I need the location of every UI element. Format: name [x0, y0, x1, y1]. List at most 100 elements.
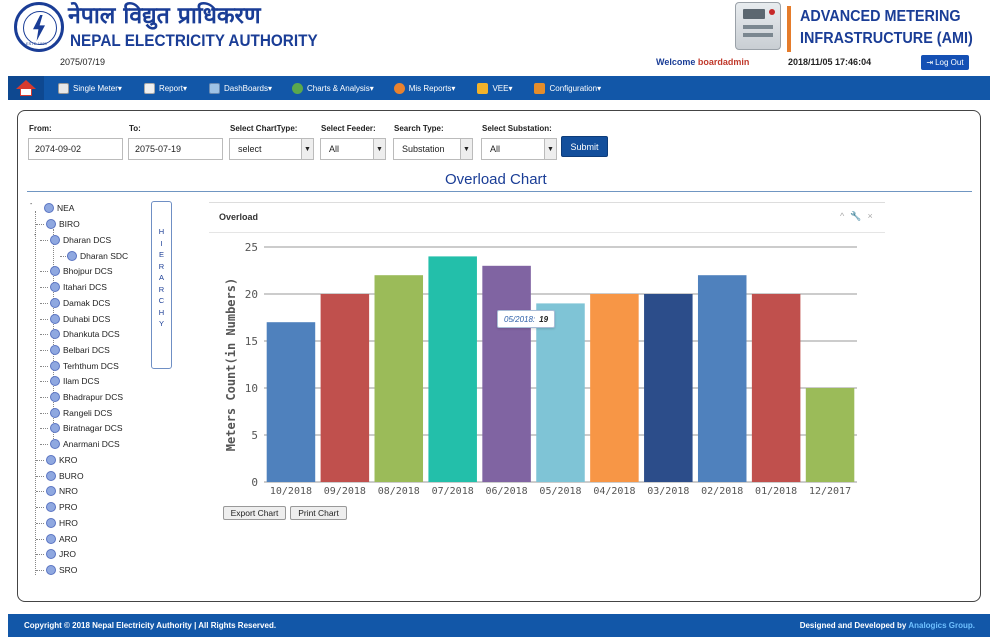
tree-node-dcs[interactable]: Bhadrapur DCS [50, 390, 123, 404]
node-label: NEA [57, 203, 75, 213]
export-chart-button[interactable]: Export Chart [223, 506, 286, 520]
tree-node-dcs[interactable]: Damak DCS [50, 296, 110, 310]
tree-node-region[interactable]: HRO [46, 516, 78, 530]
tooltip-category: 05/2018: [504, 314, 536, 324]
company-link[interactable]: Analogics Group. [908, 621, 975, 630]
home-icon [16, 80, 36, 96]
hierarchy-letter: A [158, 273, 164, 282]
tree-node-region[interactable]: ARO [46, 532, 77, 546]
tree-node-dcs[interactable]: Terhthum DCS [50, 359, 119, 373]
from-date-input[interactable]: 2074-09-02 [28, 138, 123, 160]
nav-label: Report [158, 83, 183, 93]
chevron-down-icon: ▼ [301, 139, 313, 159]
tree-node-dcs[interactable]: Dharan DCS [50, 233, 111, 247]
chevron-down-icon: ▾ [268, 83, 273, 93]
tree-node-region[interactable]: SRO [46, 563, 77, 577]
tree-node-root[interactable]: NEA [44, 201, 74, 215]
tree-node-dcs[interactable]: Dhankuta DCS [50, 327, 120, 341]
node-icon [50, 392, 60, 402]
from-label: From: [29, 124, 52, 133]
chart-bar [644, 294, 693, 482]
node-icon [50, 329, 60, 340]
node-label: Ilam DCS [63, 376, 100, 387]
charttype-select[interactable]: select ▼ [229, 138, 314, 160]
tree-node-dcs[interactable]: Belbari DCS [50, 343, 110, 357]
ami-title-line2: INFRASTRUCTURE (AMI) [800, 30, 973, 47]
tree-node-dcs[interactable]: Anarmani DCS [50, 437, 120, 451]
node-icon [50, 376, 60, 387]
nepali-date: 2075/07/19 [60, 57, 106, 67]
collapse-icon[interactable]: - [34, 232, 36, 239]
collapse-icon[interactable]: ^ [840, 211, 844, 222]
tree-node-dcs[interactable]: Dharan SDC [67, 249, 128, 263]
nav-report[interactable]: Report ▾ [143, 82, 187, 94]
close-icon[interactable]: × [867, 211, 872, 222]
logout-button[interactable]: ⇥ Log Out [921, 55, 969, 70]
page-footer: Copyright © 2018 Nepal Electricity Autho… [8, 614, 990, 637]
nav-mis-reports[interactable]: Mis Reports ▾ [393, 82, 455, 94]
node-label: Anarmani DCS [63, 439, 120, 450]
node-label: Terhthum DCS [63, 360, 119, 371]
node-icon [46, 564, 56, 575]
main-navbar: Single Meter ▾ Report ▾ DashBoards ▾ Charts… [8, 76, 990, 100]
tree-node-dcs[interactable]: Ilam DCS [50, 374, 99, 388]
node-icon [46, 502, 56, 513]
substation-value: All [490, 144, 501, 154]
home-button[interactable] [8, 76, 44, 100]
tree-node-dcs[interactable]: Itahari DCS [50, 280, 107, 294]
print-chart-button[interactable]: Print Chart [290, 506, 347, 520]
searchtype-select[interactable]: Substation ▼ [393, 138, 473, 160]
tree-node-dcs[interactable]: Duhabi DCS [50, 312, 110, 326]
nav-label: Charts & Analysis [307, 83, 370, 93]
node-label: PRO [59, 502, 78, 513]
node-label: BIRO [59, 219, 80, 229]
nav-label: Single Meter [73, 83, 118, 93]
tree-node-region[interactable]: KRO [46, 453, 77, 467]
tree-node-biro[interactable]: BIRO [46, 217, 80, 231]
chevron-down-icon: ▾ [597, 83, 602, 93]
submit-button[interactable]: Submit [561, 136, 608, 157]
nav-charts-analysis[interactable]: Charts & Analysis ▾ [292, 82, 374, 94]
meter-icon [58, 82, 69, 94]
tree-node-region[interactable]: JRO [46, 547, 76, 561]
tree-node-region[interactable]: PRO [46, 500, 77, 514]
english-title: NEPAL ELECTRICITY AUTHORITY [70, 31, 318, 50]
hierarchy-letter: I [160, 238, 163, 248]
report-icon [143, 82, 155, 94]
node-icon [46, 219, 56, 229]
feeder-value: All [329, 144, 340, 154]
node-icon [46, 486, 56, 497]
y-tick-label: 20 [245, 288, 258, 301]
tree-node-region[interactable]: BURO [46, 469, 84, 483]
wrench-icon[interactable]: 🔧 [850, 211, 861, 222]
nav-configuration[interactable]: Configuration ▾ [534, 82, 602, 94]
charttype-label: Select ChartType: [230, 124, 298, 133]
nav-vee[interactable]: VEE ▾ [477, 82, 512, 94]
feeder-select[interactable]: All ▼ [320, 138, 386, 160]
node-label: HRO [59, 517, 78, 528]
welcome-label: Welcome [656, 57, 696, 67]
collapse-icon[interactable]: - [30, 201, 32, 208]
node-label: Itahari DCS [63, 282, 107, 293]
tree-node-dcs[interactable]: Bhojpur DCS [50, 264, 113, 278]
x-tick-label: 10/2018 [270, 486, 312, 497]
nav-dashboards[interactable]: DashBoards ▾ [208, 82, 273, 94]
tree-node-region[interactable]: NRO [46, 484, 78, 498]
chart-bar [266, 322, 316, 482]
substation-select[interactable]: All ▼ [481, 138, 557, 160]
x-tick-label: 01/2018 [755, 486, 797, 497]
chart-panel-title: Overload [219, 212, 259, 222]
chart-bar [374, 275, 424, 482]
to-date-input[interactable]: 2075-07-19 [128, 138, 223, 160]
mis-report-icon [393, 82, 405, 94]
node-icon [50, 235, 60, 245]
tree-node-dcs[interactable]: Rangeli DCS [50, 406, 112, 420]
charttype-value: select [238, 144, 262, 154]
logout-icon: ⇥ [926, 58, 934, 67]
hierarchy-toggle[interactable]: HIERARCHY [151, 201, 172, 369]
smart-meter-image [735, 2, 781, 50]
node-icon [46, 549, 56, 560]
tree-node-dcs[interactable]: Biratnagar DCS [50, 421, 123, 435]
nav-single-meter[interactable]: Single Meter ▾ [58, 82, 122, 94]
x-tick-label: 05/2018 [539, 486, 581, 497]
